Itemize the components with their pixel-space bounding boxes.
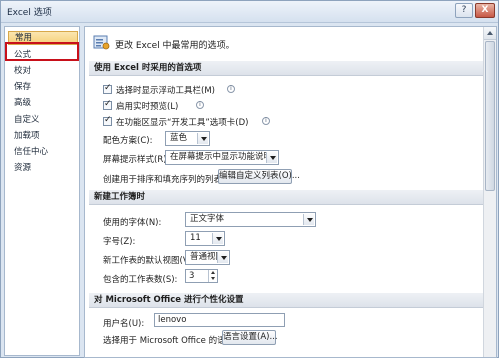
vertical-scrollbar[interactable] (483, 27, 496, 357)
header-description: 更改 Excel 中最常用的选项。 (115, 41, 235, 51)
info-icon: i (227, 85, 235, 93)
spinner-arrows-icon[interactable] (208, 270, 217, 282)
edit-custom-lists-button[interactable]: 编辑自定义列表(O)... (218, 169, 300, 184)
section-title-preferences: 使用 Excel 时采用的首选项 (89, 61, 492, 76)
nav-item-proofing[interactable]: 校对 (8, 64, 78, 78)
title-bar: Excel 选项 ? X (1, 1, 498, 23)
info-icon: i (196, 101, 204, 109)
custom-list-label: 创建用于排序和填充序列的列表: (103, 175, 225, 185)
color-scheme-dropdown[interactable]: 蓝色 (165, 131, 210, 146)
checkbox-mini-toolbar[interactable] (103, 83, 112, 94)
font-size-dropdown[interactable]: 11 (185, 231, 225, 246)
font-value: 正文字体 (190, 214, 225, 224)
scroll-up-icon[interactable] (484, 27, 496, 40)
nav-item-addins[interactable]: 加载项 (8, 129, 78, 143)
tooltip-style-label: 屏幕提示样式(R): (103, 155, 170, 165)
close-button[interactable]: X (475, 3, 495, 18)
color-scheme-value: 蓝色 (170, 133, 188, 143)
tooltip-style-dropdown[interactable]: 在屏幕提示中显示功能说明 (165, 150, 279, 165)
tooltip-style-value: 在屏幕提示中显示功能说明 (170, 152, 273, 162)
help-button[interactable]: ? (455, 3, 473, 18)
options-nav: 常用 公式 校对 保存 高级 自定义 加载项 信任中心 资源 (4, 26, 80, 356)
nav-item-resources[interactable]: 资源 (8, 161, 78, 175)
language-settings-button[interactable]: 语言设置(A)... (222, 330, 278, 345)
chevron-down-icon (197, 133, 208, 144)
username-input[interactable]: lenovo (154, 313, 285, 327)
font-label: 使用的字体(N): (103, 218, 162, 228)
checkbox-developer-tab[interactable] (103, 115, 112, 126)
color-scheme-label: 配色方案(C): (103, 136, 153, 146)
default-view-dropdown[interactable]: 普通视图 (185, 250, 230, 265)
checkbox-live-preview[interactable] (103, 99, 112, 110)
sheet-count-spinner[interactable]: 3 (185, 269, 218, 283)
formulas-highlight-box (5, 42, 79, 61)
section-title-new-workbook: 新建工作簿时 (89, 190, 492, 205)
nav-item-save[interactable]: 保存 (8, 80, 78, 94)
options-icon (93, 35, 110, 50)
checkbox-developer-tab-label: 在功能区显示“开发工具”选项卡(D) (116, 118, 249, 128)
window-title: Excel 选项 (7, 8, 52, 18)
username-label: 用户名(U): (103, 319, 145, 329)
section-title-personalize: 对 Microsoft Office 进行个性化设置 (89, 293, 492, 308)
language-label: 选择用于 Microsoft Office 的语言: (103, 336, 237, 346)
options-content: 更改 Excel 中最常用的选项。 使用 Excel 时采用的首选项 选择时显示… (84, 26, 497, 358)
nav-item-trust-center[interactable]: 信任中心 (8, 145, 78, 159)
font-size-label: 字号(Z): (103, 237, 136, 247)
chevron-down-icon (266, 152, 277, 163)
font-dropdown[interactable]: 正文字体 (185, 212, 316, 227)
chevron-down-icon (217, 252, 228, 263)
sheet-count-label: 包含的工作表数(S): (103, 275, 178, 285)
checkbox-mini-toolbar-label: 选择时显示浮动工具栏(M) (116, 86, 215, 96)
scroll-thumb[interactable] (485, 41, 495, 191)
nav-item-customize[interactable]: 自定义 (8, 113, 78, 127)
nav-item-advanced[interactable]: 高级 (8, 96, 78, 110)
sheet-count-value: 3 (189, 271, 195, 281)
info-icon: i (262, 117, 270, 125)
checkbox-live-preview-label: 启用实时预览(L) (116, 102, 179, 112)
font-size-value: 11 (190, 233, 201, 243)
default-view-label: 新工作表的默认视图(V): (103, 256, 195, 266)
chevron-down-icon (303, 214, 314, 225)
chevron-down-icon (212, 233, 223, 244)
excel-options-window: Excel 选项 ? X 常用 公式 校对 保存 高级 自定义 加载项 信任中心… (0, 0, 499, 358)
